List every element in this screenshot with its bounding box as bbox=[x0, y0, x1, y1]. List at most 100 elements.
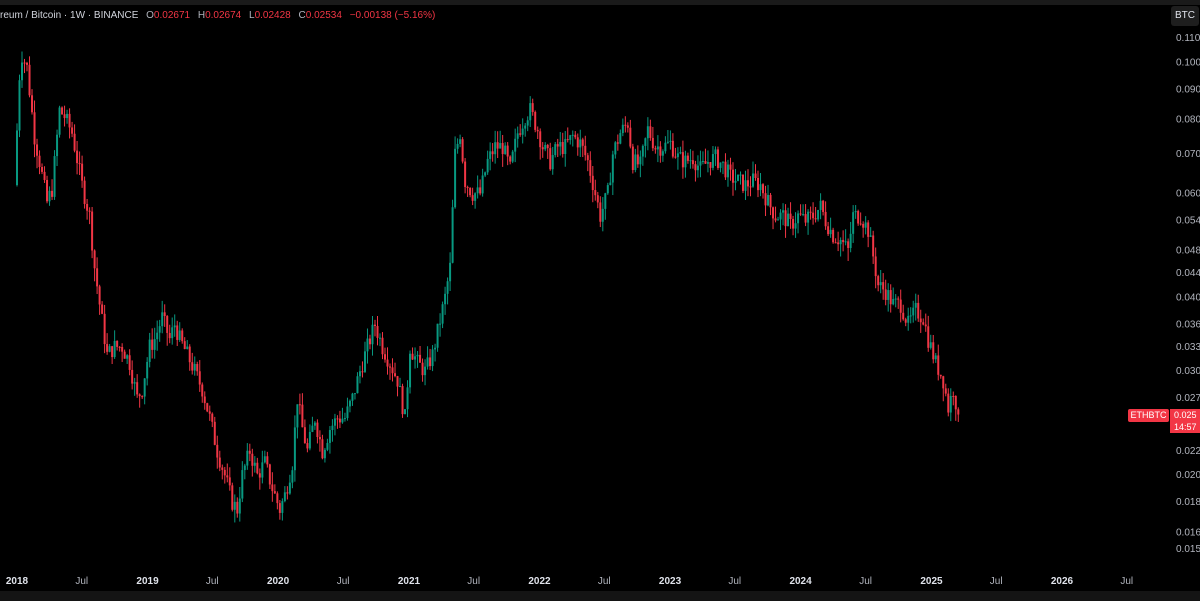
candle-body bbox=[641, 145, 644, 157]
candle-body bbox=[411, 353, 414, 360]
candle-body bbox=[704, 161, 707, 164]
candle-body bbox=[409, 353, 412, 388]
candle-body bbox=[514, 138, 517, 152]
candle-body bbox=[318, 436, 321, 440]
legend-open-label: O bbox=[146, 10, 154, 21]
candle-body bbox=[609, 182, 612, 186]
candle-body bbox=[261, 462, 264, 478]
candle-body bbox=[88, 210, 91, 212]
candle-body bbox=[216, 444, 219, 458]
candle-body bbox=[198, 371, 201, 385]
candle-body bbox=[283, 492, 286, 502]
candle-body bbox=[126, 355, 129, 359]
candle-body bbox=[138, 394, 141, 397]
x-tick-label: 2022 bbox=[528, 576, 551, 587]
candle-body bbox=[862, 223, 865, 228]
candle-body bbox=[849, 233, 852, 249]
candle-body bbox=[446, 281, 449, 294]
candle-body bbox=[614, 142, 617, 155]
candle-body bbox=[671, 140, 674, 157]
candle-body bbox=[579, 139, 582, 148]
candle-body bbox=[804, 214, 807, 223]
candle-body bbox=[752, 173, 755, 187]
candle-body bbox=[303, 427, 306, 444]
candle-body bbox=[711, 154, 714, 168]
candle-body bbox=[877, 276, 880, 286]
candle-body bbox=[496, 142, 499, 149]
y-tick-label: 0.100 bbox=[1176, 57, 1200, 68]
currency-button[interactable]: BTC bbox=[1171, 6, 1199, 26]
candle-body bbox=[153, 339, 156, 350]
candle-body bbox=[529, 103, 532, 121]
candle-body bbox=[674, 156, 677, 158]
candle-body bbox=[644, 138, 647, 146]
candle-body bbox=[113, 340, 116, 358]
candle-body bbox=[328, 430, 331, 443]
candle-body bbox=[777, 219, 780, 221]
candle-body bbox=[98, 286, 101, 305]
candle-body bbox=[591, 175, 594, 191]
candle-body bbox=[128, 355, 131, 370]
candle-body bbox=[316, 422, 319, 437]
candle-body bbox=[326, 442, 329, 450]
x-tick-label: 2025 bbox=[920, 576, 943, 587]
legend-high-label: H bbox=[197, 10, 206, 21]
candle-body bbox=[661, 151, 664, 156]
candle-body bbox=[564, 139, 567, 155]
last-price-label: 0.025 14:57 bbox=[1170, 409, 1200, 433]
symbol-legend: reum / Bitcoin · 1W · BINANCE O0.02671 H… bbox=[0, 9, 435, 23]
candle-body bbox=[927, 326, 930, 348]
candle-body bbox=[343, 418, 346, 420]
x-tick-label: 2019 bbox=[136, 576, 159, 587]
candle-body bbox=[429, 357, 432, 367]
candle-body bbox=[724, 161, 727, 178]
candle-body bbox=[857, 211, 860, 224]
last-price-symbol-label: ETHBTC bbox=[1128, 409, 1169, 422]
ethbtc-candlestick-chart[interactable]: 0.110 0.100 0.090 0.080 0.070 0.060 0.054 0.048… bbox=[0, 0, 1200, 601]
candle-body bbox=[619, 133, 622, 144]
candle-body bbox=[404, 409, 407, 415]
candle-body bbox=[807, 211, 810, 223]
x-tick-label: 2018 bbox=[6, 576, 29, 587]
candle-body bbox=[348, 400, 351, 407]
candle-body bbox=[519, 133, 522, 135]
candle-body bbox=[313, 422, 316, 426]
candle-body bbox=[676, 153, 679, 158]
legend-close-label: C bbox=[298, 10, 306, 21]
candle-body bbox=[749, 186, 752, 188]
candle-body bbox=[96, 268, 99, 287]
y-tick-label: 0.110 bbox=[1176, 33, 1200, 44]
candle-body bbox=[484, 172, 487, 176]
candle-body bbox=[524, 125, 527, 129]
candle-body bbox=[106, 344, 109, 352]
candle-body bbox=[639, 156, 642, 165]
candle-body bbox=[829, 229, 832, 235]
candle-body bbox=[36, 144, 39, 156]
candle-body bbox=[414, 356, 417, 360]
candle-body bbox=[491, 151, 494, 155]
x-tick-label: 2024 bbox=[789, 576, 812, 587]
candle-body bbox=[66, 113, 69, 119]
candle-body bbox=[504, 145, 507, 155]
candle-body bbox=[909, 315, 912, 317]
candle-body bbox=[43, 171, 46, 180]
x-tick-label: Jul bbox=[728, 576, 741, 587]
candle-body bbox=[664, 142, 667, 152]
y-tick-label: 0.060 bbox=[1176, 188, 1200, 199]
candle-body bbox=[882, 282, 885, 290]
candle-body bbox=[666, 141, 669, 143]
y-tick-label: 0.022 bbox=[1176, 446, 1200, 457]
candle-body bbox=[626, 125, 629, 128]
candle-body bbox=[123, 351, 126, 359]
bottom-strip bbox=[0, 591, 1200, 601]
candle-body bbox=[949, 395, 952, 413]
candle-body bbox=[103, 313, 106, 345]
candle-body bbox=[511, 151, 514, 162]
candle-body bbox=[384, 354, 387, 360]
candle-body bbox=[263, 456, 266, 463]
candle-body bbox=[248, 450, 251, 454]
candle-body bbox=[744, 180, 747, 191]
candle-body bbox=[834, 242, 837, 244]
candle-body bbox=[734, 180, 737, 183]
candle-body bbox=[914, 302, 917, 308]
